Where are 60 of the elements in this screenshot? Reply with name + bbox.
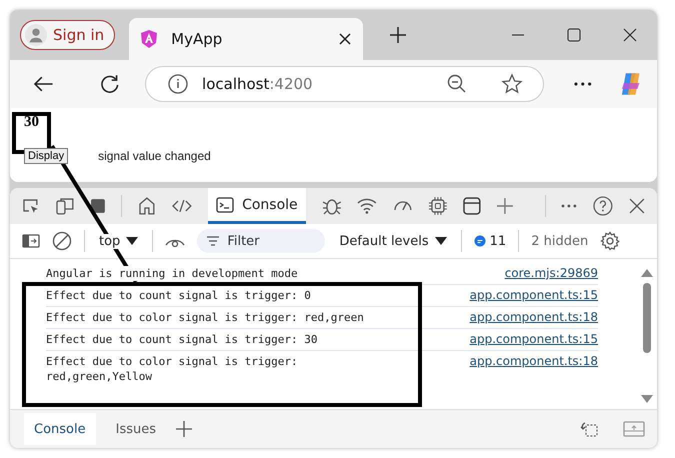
info-icon — [168, 74, 188, 94]
help-icon[interactable] — [593, 196, 614, 216]
source-link[interactable]: app.component.ts:18 — [470, 354, 598, 368]
browser-tab[interactable]: MyApp — [129, 18, 364, 60]
close-icon[interactable] — [339, 33, 352, 45]
maximize-icon[interactable] — [567, 28, 581, 42]
add-icon[interactable] — [176, 421, 192, 437]
context-dropdown[interactable]: top — [97, 234, 140, 248]
drawer-tab[interactable]: Issues — [106, 413, 166, 445]
source-link[interactable]: app.component.ts:18 — [470, 310, 598, 324]
address-bar[interactable]: localhost:4200 — [145, 66, 544, 102]
avatar-icon — [25, 24, 47, 46]
settings-icon[interactable] — [600, 231, 620, 251]
chip-icon[interactable] — [429, 197, 447, 215]
refresh-icon[interactable] — [100, 74, 120, 94]
inspect-icon[interactable] — [22, 198, 40, 214]
clear-icon[interactable] — [52, 231, 72, 251]
scroll-up-icon[interactable] — [641, 269, 653, 277]
terminal-icon — [216, 196, 234, 212]
log-message: Effect due to color signal is trigger: red,green — [46, 310, 364, 325]
message-icon — [474, 235, 486, 247]
new-tab-icon[interactable] — [389, 26, 408, 44]
more-icon[interactable] — [561, 204, 578, 208]
rotate-icon[interactable] — [579, 420, 599, 438]
source-link[interactable]: app.component.ts:15 — [470, 332, 598, 346]
log-message: Effect due to count signal is trigger: 0 — [46, 288, 311, 303]
sidebar-icon[interactable] — [22, 234, 40, 248]
display-button[interactable]: Display — [24, 148, 68, 164]
console-tab[interactable]: Console — [208, 188, 306, 224]
log-message: Effect due to count signal is trigger: 30 — [46, 332, 318, 347]
sign-in-button[interactable]: Sign in — [20, 20, 116, 50]
dock-icon[interactable] — [623, 421, 645, 437]
back-icon[interactable] — [34, 76, 54, 92]
scrollbar-thumb[interactable] — [643, 283, 651, 353]
tab-title: MyApp — [171, 30, 224, 48]
shield-icon — [141, 30, 158, 48]
log-message: Angular is running in development mode — [46, 266, 298, 281]
device-icon[interactable] — [56, 197, 74, 215]
filter-icon — [206, 236, 220, 246]
add-icon[interactable] — [496, 198, 512, 214]
wifi-icon[interactable] — [357, 198, 378, 214]
filter-field[interactable]: Filter — [197, 229, 326, 253]
star-icon[interactable] — [501, 73, 524, 95]
log-message: Effect due to color signal is trigger: red,green,Yellow — [46, 354, 298, 384]
close-icon[interactable] — [623, 28, 637, 42]
url-text: localhost:4200 — [202, 75, 313, 93]
scroll-down-icon[interactable] — [641, 395, 653, 403]
zoom-out-icon[interactable] — [447, 74, 468, 94]
more-icon[interactable] — [574, 82, 592, 86]
counter-value: 30 — [24, 114, 39, 130]
hidden-count: 2 hidden — [531, 234, 588, 248]
source-link[interactable]: core.mjs:29869 — [504, 266, 598, 280]
code-icon[interactable] — [172, 199, 192, 213]
source-link[interactable]: app.component.ts:15 — [470, 288, 598, 302]
status-message: signal value changed — [98, 149, 211, 163]
close-icon[interactable] — [629, 198, 645, 214]
message-count: 11 — [490, 234, 506, 248]
home-icon[interactable] — [138, 197, 156, 215]
window-icon[interactable] — [462, 197, 481, 215]
drawer-tab[interactable]: Console — [24, 413, 96, 445]
